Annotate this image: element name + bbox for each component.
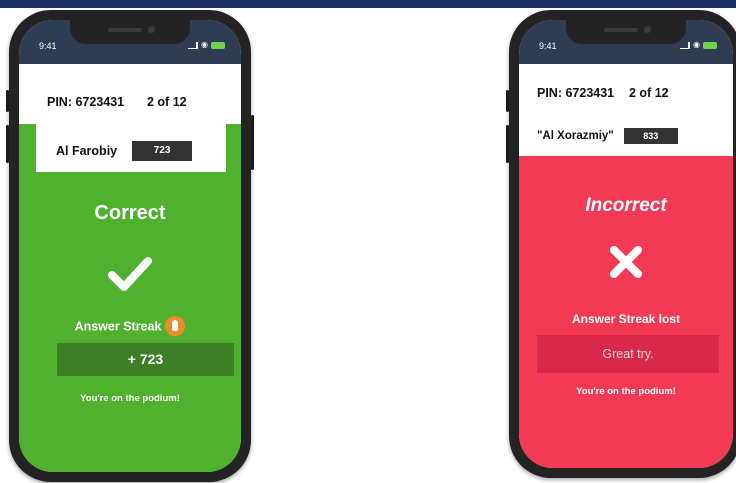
battery-icon	[703, 41, 717, 49]
player-score: 723	[132, 141, 193, 161]
game-pin: PIN: 6723431	[47, 95, 125, 109]
phone-screen: 9:41 ◉ PIN: 6723431 2 of 12 Al Farobiy 7…	[19, 20, 241, 472]
game-header: PIN: 6723431 2 of 12	[19, 64, 241, 124]
podium-message: You're on the podium!	[80, 393, 180, 404]
status-time: 9:41	[539, 41, 557, 51]
podium-message: You're on the podium!	[576, 386, 676, 397]
great-try-box: Great try.	[537, 335, 719, 373]
result-title: Incorrect	[585, 195, 667, 216]
phone-screen: 9:41 ◉ PIN: 6723431 2 of 12 "Al Xorazmiy…	[519, 20, 733, 468]
phone-incorrect: 9:41 ◉ PIN: 6723431 2 of 12 "Al Xorazmiy…	[506, 10, 736, 478]
cross-icon	[610, 246, 642, 278]
top-banner-bar	[0, 0, 736, 8]
phone-notch	[566, 20, 686, 44]
game-pin: PIN: 6723431	[537, 86, 615, 100]
answer-streak-lost: Answer Streak lost	[571, 312, 681, 326]
wifi-icon: ◉	[693, 40, 700, 49]
answer-streak: Answer Streak	[19, 316, 241, 337]
wifi-icon: ◉	[201, 40, 208, 49]
question-progress: 2 of 12	[147, 95, 187, 109]
signal-icon	[188, 41, 199, 49]
player-row: "Al Xorazmiy" 833	[537, 128, 678, 144]
question-progress: 2 of 12	[629, 86, 669, 100]
status-time: 9:41	[39, 41, 57, 51]
checkmark-icon	[108, 257, 152, 291]
player-row: Al Farobiy 723	[56, 141, 193, 161]
streak-label: Answer Streak	[74, 319, 162, 334]
flame-icon	[165, 316, 186, 336]
player-score: 833	[623, 128, 678, 144]
result-title: Correct	[94, 202, 166, 224]
phone-notch	[70, 20, 190, 44]
player-name: Al Farobiy	[56, 144, 118, 158]
player-name: "Al Xorazmiy"	[537, 130, 614, 142]
points-earned: + 723	[57, 343, 234, 376]
battery-icon	[211, 41, 225, 49]
signal-icon	[680, 41, 691, 49]
phone-correct: 9:41 ◉ PIN: 6723431 2 of 12 Al Farobiy 7…	[6, 10, 254, 482]
